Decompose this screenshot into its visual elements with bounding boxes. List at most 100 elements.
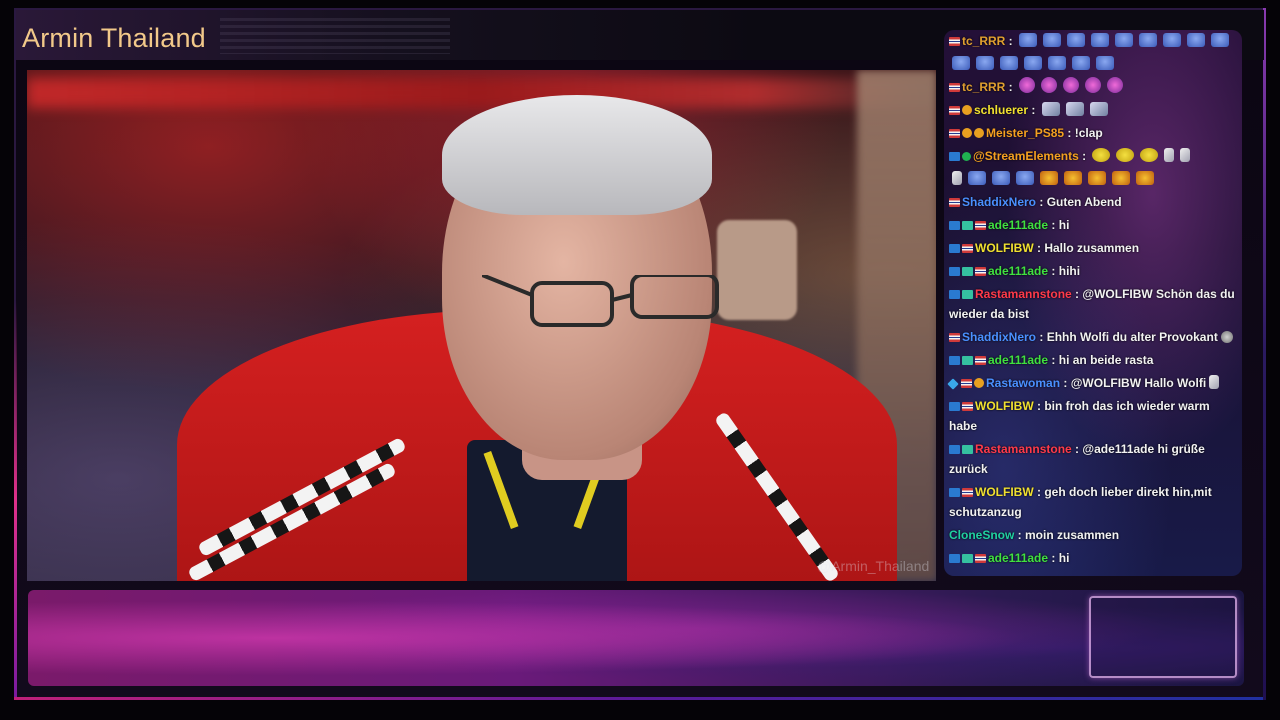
chat-separator: : <box>1048 353 1059 367</box>
chat-separator: : <box>1060 376 1071 390</box>
chat-username[interactable]: ShaddixNero <box>962 195 1036 209</box>
prime-badge-icon <box>949 221 960 230</box>
chat-text: hi <box>1058 551 1070 565</box>
cat-emote-icon <box>1016 171 1034 185</box>
chat-username[interactable]: ade111ade <box>988 264 1048 278</box>
chat-username[interactable]: CloneSnow <box>949 528 1014 542</box>
flag-badge-icon <box>949 198 960 207</box>
chat-username[interactable]: WOLFIBW <box>975 241 1034 255</box>
chat-separator: : <box>1033 241 1045 255</box>
glasses-icon <box>482 275 719 327</box>
flag-badge-icon <box>949 333 960 342</box>
verified-badge-icon <box>962 152 971 161</box>
chat-username[interactable]: ShaddixNero <box>962 330 1036 344</box>
flag-badge-icon <box>975 221 986 230</box>
cat-emote-icon <box>1072 56 1090 70</box>
chat-message: CloneSnow : moin zusammen <box>949 524 1239 547</box>
chat-username[interactable]: ade111ade <box>988 218 1048 232</box>
chat-username[interactable]: tc_RRR <box>962 34 1005 48</box>
cat-emote-icon <box>1163 33 1182 47</box>
chat-username[interactable]: ade111ade <box>988 551 1048 565</box>
prime-badge-icon <box>949 152 960 161</box>
gray-emote-icon <box>1220 331 1233 343</box>
chat-username[interactable]: ade111ade <box>988 353 1048 367</box>
chat-text: Hallo zusammen <box>1044 241 1140 255</box>
pink-emote-icon <box>1063 77 1080 93</box>
cat-emote-icon <box>1043 33 1062 47</box>
cat-emote-icon <box>1187 33 1206 47</box>
chat-separator: : <box>1033 399 1045 413</box>
cat-emote-icon <box>1096 56 1114 70</box>
chat-username[interactable]: Rastawoman <box>986 376 1060 390</box>
cat-emote-icon <box>968 171 986 185</box>
flag-badge-icon <box>949 83 960 92</box>
chat-message: ade111ade : hi <box>949 214 1239 237</box>
frame-glow-right <box>1263 8 1266 700</box>
cat-emote-icon <box>1024 56 1042 70</box>
chat-username[interactable]: Rastamannstone <box>975 287 1072 301</box>
chat-message: ade111ade : hi <box>949 547 1239 570</box>
chat-message: WOLFIBW : geh doch lieber direkt hin,mit… <box>949 481 1239 524</box>
chat-text: moin zusammen <box>1025 528 1120 542</box>
chat-message: Meister_PS85 : !clap <box>949 122 1239 145</box>
chat-message <box>949 53 1239 76</box>
webcam-video[interactable]: @Armin_Thailand <box>27 70 936 581</box>
pacman-emote-icon <box>1140 148 1159 162</box>
cat-emote-icon <box>1091 33 1110 47</box>
bits-badge-icon <box>962 105 972 115</box>
fire-emote-icon <box>1088 171 1106 185</box>
chat-message: ade111ade : hi an beide rasta <box>949 349 1239 372</box>
prime-badge-icon <box>949 356 960 365</box>
chat-message: Rastamannstone : @WOLFIBW Schön das du w… <box>949 283 1239 326</box>
prime-badge-icon <box>949 445 960 454</box>
cat-emote-icon <box>976 56 994 70</box>
flag-badge-icon <box>975 267 986 276</box>
chair-back <box>717 220 797 320</box>
flag-badge-icon <box>962 244 973 253</box>
flag-badge-icon <box>975 554 986 563</box>
chat-message: schluerer : <box>949 99 1239 122</box>
prime-badge-icon <box>949 244 960 253</box>
fire-emote-icon <box>1064 171 1082 185</box>
chat-text: @WOLFIBW Hallo Wolfi <box>1070 376 1207 390</box>
frame-glow-left <box>14 300 17 700</box>
chat-username[interactable]: WOLFIBW <box>975 485 1034 499</box>
frame-glow-bottom <box>14 697 1266 700</box>
chat-message: ade111ade : hihi <box>949 260 1239 283</box>
prime-badge-icon <box>949 267 960 276</box>
pink-emote-icon <box>1041 77 1058 93</box>
chat-text: hihi <box>1058 264 1081 278</box>
chat-username[interactable]: Rastamannstone <box>975 442 1072 456</box>
cat-emote-icon <box>992 171 1010 185</box>
chat-separator: : <box>1078 149 1090 163</box>
chat-text: Guten Abend <box>1046 195 1122 209</box>
chat-separator: : <box>1033 485 1045 499</box>
prime-badge-icon <box>949 488 960 497</box>
prime-badge-icon <box>949 402 960 411</box>
chat-username[interactable]: WOLFIBW <box>975 399 1034 413</box>
pink-emote-icon <box>1085 77 1102 93</box>
chat-username[interactable]: Meister_PS85 <box>986 126 1064 140</box>
chat-message: @StreamElements : <box>949 145 1239 168</box>
cat-emote-icon <box>1211 33 1230 47</box>
chat-separator: : <box>1028 103 1039 117</box>
chat-separator: : <box>1036 195 1047 209</box>
feather-emote-icon <box>952 171 962 185</box>
cat-emote-icon <box>1067 33 1086 47</box>
header-decoration <box>220 18 450 54</box>
chat-username[interactable]: tc_RRR <box>962 80 1005 94</box>
chat-message-list: tc_RRR : tc_RRR : schluerer : Meister_PS… <box>947 30 1239 570</box>
chat-username[interactable]: @StreamElements <box>973 149 1079 163</box>
chat-message: tc_RRR : <box>949 30 1239 53</box>
chat-separator: : <box>1071 287 1083 301</box>
flag-badge-icon <box>962 488 973 497</box>
chat-panel[interactable]: tc_RRR : tc_RRR : schluerer : Meister_PS… <box>944 30 1242 576</box>
prime-badge-icon <box>949 554 960 563</box>
chat-separator: : <box>1014 528 1026 542</box>
chat-separator: : <box>1048 264 1059 278</box>
chat-username[interactable]: schluerer <box>974 103 1028 117</box>
flag-badge-icon <box>949 129 960 138</box>
bits-badge-icon <box>962 128 972 138</box>
hand-emote-icon <box>1089 102 1108 116</box>
alert-box <box>1089 596 1237 678</box>
